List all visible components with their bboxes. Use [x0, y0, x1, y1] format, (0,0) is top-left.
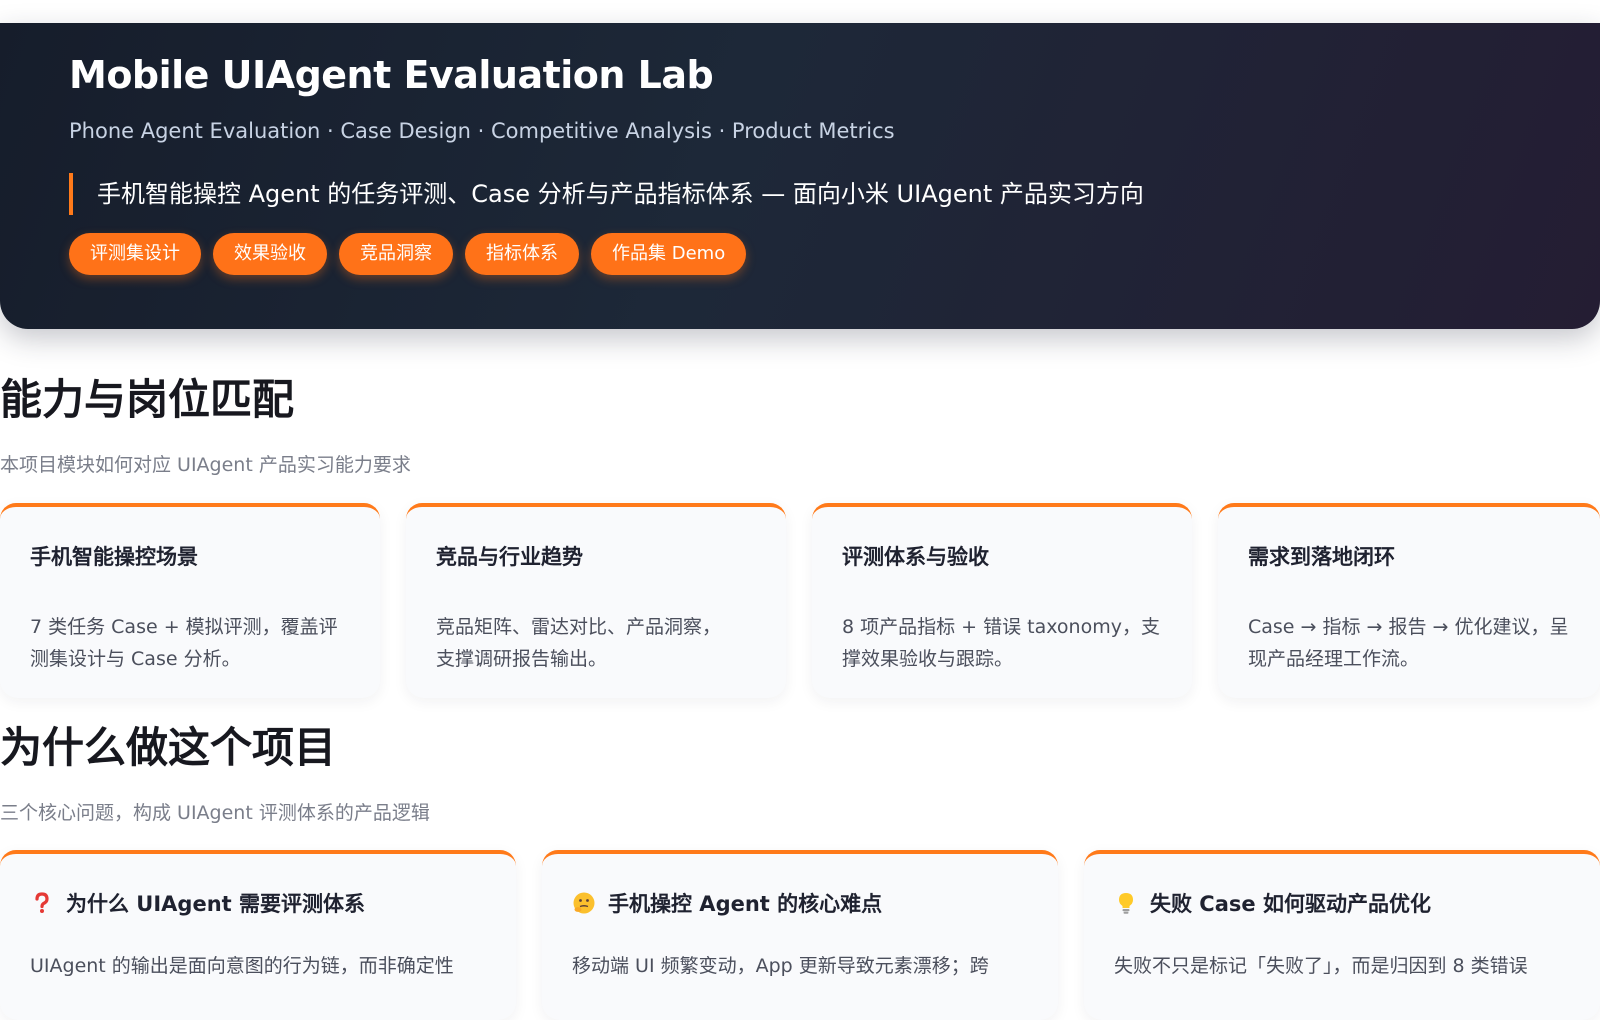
card-body-line: 测集设计与 Case 分析。 — [30, 648, 241, 670]
card-body-line: 8 项产品指标 + 错误 taxonomy，支 — [842, 616, 1160, 638]
card-body: 竞品矩阵、雷达对比、产品洞察， 支撑调研报告输出。 — [436, 611, 756, 675]
capability-card: 竞品与行业趋势 竞品矩阵、雷达对比、产品洞察， 支撑调研报告输出。 — [406, 503, 786, 698]
why-card-body: UIAgent 的输出是面向意图的行为链，而非确定性 — [30, 955, 454, 977]
card-body-line: Case → 指标 → 报告 → 优化建议，呈 — [1248, 616, 1569, 638]
card-body-line: 支撑调研报告输出。 — [436, 648, 608, 670]
why-card-title: 失败 Case 如何驱动产品优化 — [1150, 892, 1431, 916]
tag-portfolio-demo[interactable]: 作品集 Demo — [591, 233, 747, 275]
why-card-header: 手机操控 Agent 的核心难点 — [572, 888, 1028, 918]
hero-subtitle: Phone Agent Evaluation · Case Design · C… — [69, 119, 895, 143]
hero-tagline: 手机智能操控 Agent 的任务评测、Case 分析与产品指标体系 — 面向小米… — [69, 173, 1144, 215]
card-body: 8 项产品指标 + 错误 taxonomy，支 撑效果验收与跟踪。 — [842, 611, 1162, 675]
card-body: Case → 指标 → 报告 → 优化建议，呈 现产品经理工作流。 — [1248, 611, 1570, 675]
hero-tag-list: 评测集设计 效果验收 竞品洞察 指标体系 作品集 Demo — [69, 233, 747, 275]
why-card-body: 移动端 UI 频繁变动，App 更新导致元素漂移；跨 — [572, 955, 989, 977]
lightbulb-icon — [1114, 891, 1138, 915]
why-card-body: 失败不只是标记「失败了」，而是归因到 8 类错误 — [1114, 955, 1528, 977]
card-title: 竞品与行业趋势 — [436, 545, 583, 569]
tag-metric-system[interactable]: 指标体系 — [465, 233, 579, 275]
card-body-line: 撑效果验收与跟踪。 — [842, 648, 1014, 670]
section-title-why: 为什么做这个项目 — [0, 723, 337, 772]
hero-banner: Mobile UIAgent Evaluation Lab Phone Agen… — [0, 23, 1600, 329]
why-card-header: 为什么 UIAgent 需要评测体系 — [30, 888, 486, 918]
card-body-line: 竞品矩阵、雷达对比、产品洞察， — [436, 616, 722, 638]
why-card-title: 为什么 UIAgent 需要评测体系 — [66, 892, 366, 916]
section-subtitle-capability: 本项目模块如何对应 UIAgent 产品实习能力要求 — [0, 454, 411, 476]
tag-effect-acceptance[interactable]: 效果验收 — [213, 233, 327, 275]
question-mark-icon — [30, 891, 54, 915]
capability-card: 手机智能操控场景 7 类任务 Case + 模拟评测，覆盖评 测集设计与 Cas… — [0, 503, 380, 698]
why-card: 为什么 UIAgent 需要评测体系 UIAgent 的输出是面向意图的行为链，… — [0, 850, 516, 1020]
why-card-title: 手机操控 Agent 的核心难点 — [608, 892, 883, 916]
card-title: 评测体系与验收 — [842, 545, 989, 569]
thinking-face-icon — [572, 891, 596, 915]
section-title-capability: 能力与岗位匹配 — [0, 375, 295, 424]
why-card: 失败 Case 如何驱动产品优化 失败不只是标记「失败了」，而是归因到 8 类错… — [1084, 850, 1600, 1020]
capability-card: 评测体系与验收 8 项产品指标 + 错误 taxonomy，支 撑效果验收与跟踪… — [812, 503, 1192, 698]
card-title: 需求到落地闭环 — [1248, 545, 1395, 569]
card-body-line: 现产品经理工作流。 — [1248, 648, 1420, 670]
tag-competitive-insight[interactable]: 竞品洞察 — [339, 233, 453, 275]
page-title: Mobile UIAgent Evaluation Lab — [69, 53, 714, 97]
card-title: 手机智能操控场景 — [30, 545, 198, 569]
section-subtitle-why: 三个核心问题，构成 UIAgent 评测体系的产品逻辑 — [0, 802, 430, 824]
tag-eval-set-design[interactable]: 评测集设计 — [69, 233, 201, 275]
card-body: 7 类任务 Case + 模拟评测，覆盖评 测集设计与 Case 分析。 — [30, 611, 350, 675]
capability-card: 需求到落地闭环 Case → 指标 → 报告 → 优化建议，呈 现产品经理工作流… — [1218, 503, 1600, 698]
card-body-line: 7 类任务 Case + 模拟评测，覆盖评 — [30, 616, 338, 638]
why-card-header: 失败 Case 如何驱动产品优化 — [1114, 888, 1570, 918]
why-card: 手机操控 Agent 的核心难点 移动端 UI 频繁变动，App 更新导致元素漂… — [542, 850, 1058, 1020]
